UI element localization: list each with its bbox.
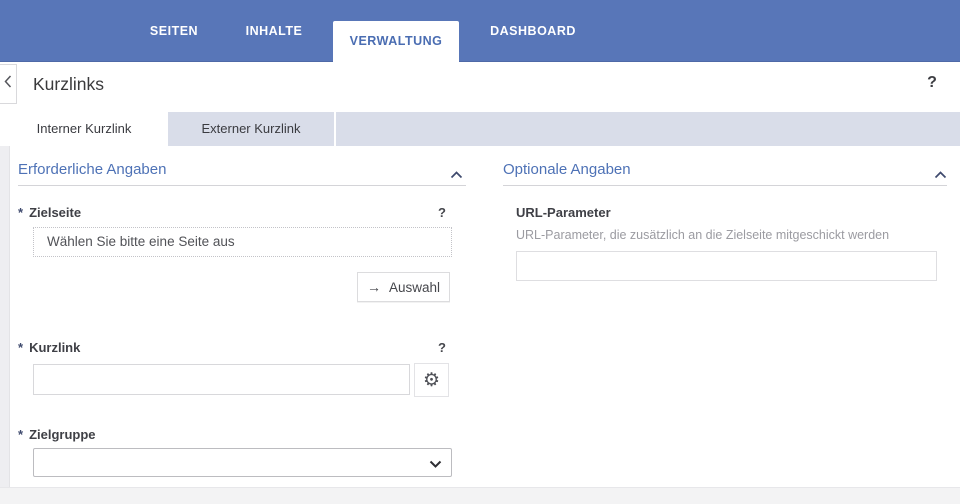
chevron-left-icon [4,75,12,93]
zielseite-help-icon[interactable]: ? [434,205,450,220]
zielseite-label: *Zielseite [18,205,81,220]
page-title: Kurzlinks [33,74,104,95]
gear-icon: ⚙ [423,371,440,390]
auswahl-button-label: Auswahl [389,280,440,295]
kurzlink-type-tabs: Interner Kurzlink Externer Kurzlink [0,112,960,146]
kurzlinks-admin-screen: SEITEN INHALTE VERWALTUNG DASHBOARD Kurz… [0,0,960,504]
url-parameter-description: URL-Parameter, die zusätzlich an die Zie… [516,228,889,242]
collapse-chevron-up-icon[interactable] [934,166,947,184]
section-title-optional: Optionale Angaben [503,161,631,178]
bottom-spacer [0,487,960,504]
kurzlink-label: *Kurzlink [18,340,80,355]
section-divider [18,185,466,186]
nav-tab-seiten[interactable]: SEITEN [130,0,218,62]
url-parameter-input[interactable] [516,251,937,281]
url-parameter-label: URL-Parameter [516,205,611,220]
nav-tab-dashboard[interactable]: DASHBOARD [480,0,586,62]
required-marker: * [18,427,23,442]
collapsed-side-panel [0,146,10,487]
kurzlink-help-icon[interactable]: ? [434,340,450,355]
tab-externer-kurzlink[interactable]: Externer Kurzlink [168,112,336,146]
page-help-icon[interactable]: ? [922,74,942,92]
auswahl-button[interactable]: → Auswahl [357,272,450,302]
section-divider [503,185,947,186]
required-marker: * [18,340,23,355]
page-header: Kurzlinks ? [0,62,960,112]
nav-tab-inhalte[interactable]: INHALTE [228,0,320,62]
back-button[interactable] [0,64,17,104]
zielseite-picker[interactable]: Wählen Sie bitte eine Seite aus [33,227,452,257]
nav-tab-verwaltung[interactable]: VERWALTUNG [333,21,459,62]
collapse-chevron-up-icon[interactable] [450,166,463,184]
zielgruppe-select[interactable] [33,448,452,477]
arrow-right-icon: → [367,279,381,295]
tab-interner-kurzlink[interactable]: Interner Kurzlink [0,112,168,146]
zielgruppe-label: *Zielgruppe [18,427,96,442]
top-navigation-bar: SEITEN INHALTE VERWALTUNG DASHBOARD [0,0,960,62]
section-title-required: Erforderliche Angaben [18,161,166,178]
kurzlink-input[interactable] [33,364,410,395]
required-marker: * [18,205,23,220]
kurzlink-settings-button[interactable]: ⚙ [414,363,449,397]
